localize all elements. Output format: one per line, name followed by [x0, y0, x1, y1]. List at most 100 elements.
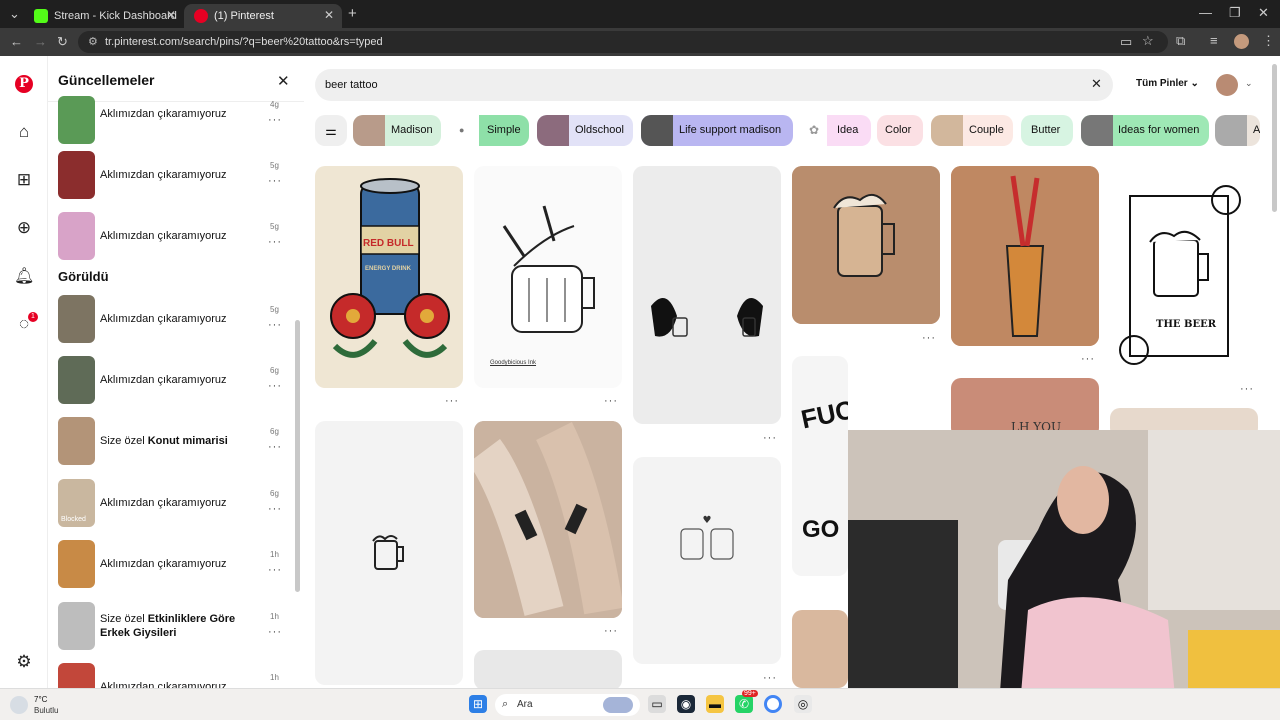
more-options-icon[interactable]: ···	[268, 236, 282, 248]
pin-options-icon[interactable]: ···	[604, 625, 618, 637]
bookmark-star-icon[interactable]: ☆	[1142, 33, 1154, 49]
maximize-icon[interactable]: ❐	[1229, 5, 1241, 21]
chip-oldschool[interactable]: Oldschool	[537, 115, 633, 146]
back-icon[interactable]: ←	[10, 34, 23, 49]
chip-idea[interactable]: ✿ Idea	[801, 115, 871, 146]
update-item[interactable]: Aklımızdan çıkaramıyoruz 5g ···	[58, 151, 288, 199]
url-field[interactable]: ⚙ tr.pinterest.com/search/pins/?q=beer%2…	[78, 31, 1168, 53]
update-item[interactable]: Blocked Aklımızdan çıkaramıyoruz 6g ···	[58, 479, 288, 527]
site-info-icon[interactable]: ⚙	[88, 35, 98, 48]
pin-the-beer-tarot[interactable]: THE BEER	[1110, 166, 1258, 376]
tab-close-icon[interactable]: ✕	[324, 8, 334, 22]
pin-beer-mug-icon[interactable]	[315, 421, 463, 685]
obs-icon[interactable]: ◎	[794, 695, 812, 713]
update-item[interactable]: Size özel Konut mimarisi 6g ···	[58, 417, 288, 465]
clear-search-icon[interactable]: ✕	[1091, 76, 1102, 92]
minimize-icon[interactable]: —	[1199, 5, 1212, 20]
notifications-icon[interactable]: 🔔︎	[14, 266, 34, 286]
chevron-down-icon: ⌄	[1190, 78, 1199, 89]
pin-legs-beer-mug[interactable]: Goodybicious Ink	[474, 166, 622, 388]
more-options-icon[interactable]: ···	[268, 380, 282, 392]
chip-simple[interactable]: ● Simple	[449, 115, 529, 146]
pin-options-icon[interactable]: ···	[922, 332, 936, 344]
pin-lettering-skin[interactable]: LH YOU	[951, 378, 1099, 438]
whatsapp-icon[interactable]: ✆	[735, 695, 753, 713]
weather-icon[interactable]	[10, 696, 28, 714]
update-item[interactable]: Aklımızdan çıkaramıyoruz 5g ···	[58, 212, 288, 260]
tab-list-icon[interactable]: ⌄	[9, 6, 20, 22]
reload-icon[interactable]: ↻	[57, 34, 68, 50]
more-options-icon[interactable]: ···	[268, 319, 282, 331]
window-close-icon[interactable]: ✕	[1258, 5, 1269, 21]
address-bar-row: ← → ↻ ⚙ tr.pinterest.com/search/pins/?q=…	[0, 28, 1280, 56]
forward-icon[interactable]: →	[34, 34, 47, 49]
pin-options-icon[interactable]: ···	[763, 672, 777, 684]
chip-butter[interactable]: Butter	[1021, 115, 1073, 146]
update-text: Size özel Konut mimarisi	[100, 435, 228, 447]
taskbar-search[interactable]: ⌕ Ara	[495, 694, 640, 716]
update-thumbnail	[58, 417, 95, 465]
tab-kick-dashboard[interactable]: Stream - Kick Dashboard ✕	[24, 4, 184, 28]
filter-button[interactable]: ⚌	[315, 115, 347, 146]
pin-partial[interactable]	[474, 650, 622, 690]
windows-start-icon[interactable]: ⊞	[469, 695, 487, 713]
pin-options-icon[interactable]: ···	[445, 395, 459, 407]
tab-close-icon[interactable]: ✕	[166, 8, 176, 22]
avatar[interactable]	[1216, 74, 1238, 96]
update-item[interactable]: Aklımızdan çıkaramıyoruz 4g ···	[58, 96, 288, 144]
update-item[interactable]: Size özel Etkinliklere Göre Erkek Giysil…	[58, 602, 288, 650]
more-options-icon[interactable]: ···	[268, 503, 282, 515]
pin-options-icon[interactable]: ···	[1081, 353, 1095, 365]
chip-madison[interactable]: Madison	[353, 115, 441, 146]
file-explorer-icon[interactable]: ▬	[706, 695, 724, 713]
pin-options-icon[interactable]: ···	[604, 395, 618, 407]
chip-image	[537, 115, 569, 146]
pinterest-logo-icon[interactable]: P	[15, 75, 33, 93]
pin-options-icon[interactable]: ···	[763, 432, 777, 444]
reading-list-icon[interactable]: ≡	[1210, 33, 1218, 48]
chip-color[interactable]: Color	[877, 115, 923, 146]
more-options-icon[interactable]: ···	[268, 564, 282, 576]
task-view-icon[interactable]: ▭	[648, 695, 666, 713]
panel-scrollbar[interactable]	[295, 320, 300, 592]
pin-red-bull-can[interactable]: RED BULL ENERGY DRINK	[315, 166, 463, 388]
create-icon[interactable]: ⊕	[14, 218, 34, 238]
pin-pinup-beer-glass[interactable]	[951, 166, 1099, 346]
settings-icon[interactable]: ⚙	[14, 652, 34, 672]
cast-icon[interactable]: ▭	[1120, 34, 1132, 50]
browser-menu-icon[interactable]: ⋮	[1262, 33, 1275, 49]
home-icon[interactable]: ⌂	[14, 122, 34, 142]
close-icon[interactable]: ✕	[277, 72, 290, 90]
update-item[interactable]: Aklımızdan çıkaramıyoruz 1h	[58, 663, 288, 688]
steam-icon[interactable]: ◉	[677, 695, 695, 713]
chip-ideas-for-women[interactable]: Ideas for women	[1081, 115, 1209, 146]
pin-partial[interactable]	[792, 610, 848, 688]
extensions-icon[interactable]: ⧉	[1176, 33, 1185, 49]
tab-pinterest[interactable]: (1) Pinterest ✕	[184, 4, 342, 28]
pin-toasting-hands[interactable]	[633, 166, 781, 424]
pin-options-icon[interactable]: ···	[1240, 383, 1254, 395]
explore-icon[interactable]: ⊞	[14, 170, 34, 190]
more-options-icon[interactable]: ···	[268, 441, 282, 453]
more-options-icon[interactable]: ···	[268, 114, 282, 126]
page-scrollbar[interactable]	[1272, 64, 1277, 212]
chip-life-support-madison[interactable]: Life support madison	[641, 115, 793, 146]
pin-cheers-mugs[interactable]: ♥	[633, 457, 781, 664]
url-text: tr.pinterest.com/search/pins/?q=beer%20t…	[105, 36, 383, 48]
update-item[interactable]: Aklımızdan çıkaramıyoruz 5g ···	[58, 295, 288, 343]
chrome-icon[interactable]	[764, 695, 782, 713]
chip-partial[interactable]: A	[1215, 115, 1260, 146]
more-options-icon[interactable]: ···	[268, 626, 282, 638]
new-tab-button[interactable]: +	[348, 5, 357, 22]
more-options-icon[interactable]: ···	[268, 175, 282, 187]
pin-matching-arm-tattoos[interactable]	[474, 421, 622, 618]
account-chevron-down-icon[interactable]: ⌄	[1245, 78, 1253, 89]
update-item[interactable]: Aklımızdan çıkaramıyoruz 6g ···	[58, 356, 288, 404]
search-input[interactable]	[325, 75, 1045, 95]
pin-lettering-poster[interactable]: FUCK WOR GO	[792, 356, 848, 576]
pin-beer-mug-forearm[interactable]	[792, 166, 940, 324]
update-item[interactable]: Aklımızdan çıkaramıyoruz 1h ···	[58, 540, 288, 588]
search-scope-dropdown[interactable]: Tüm Pinler ⌄	[1136, 78, 1199, 89]
profile-avatar[interactable]	[1234, 34, 1249, 49]
chip-couple[interactable]: Couple	[931, 115, 1013, 146]
